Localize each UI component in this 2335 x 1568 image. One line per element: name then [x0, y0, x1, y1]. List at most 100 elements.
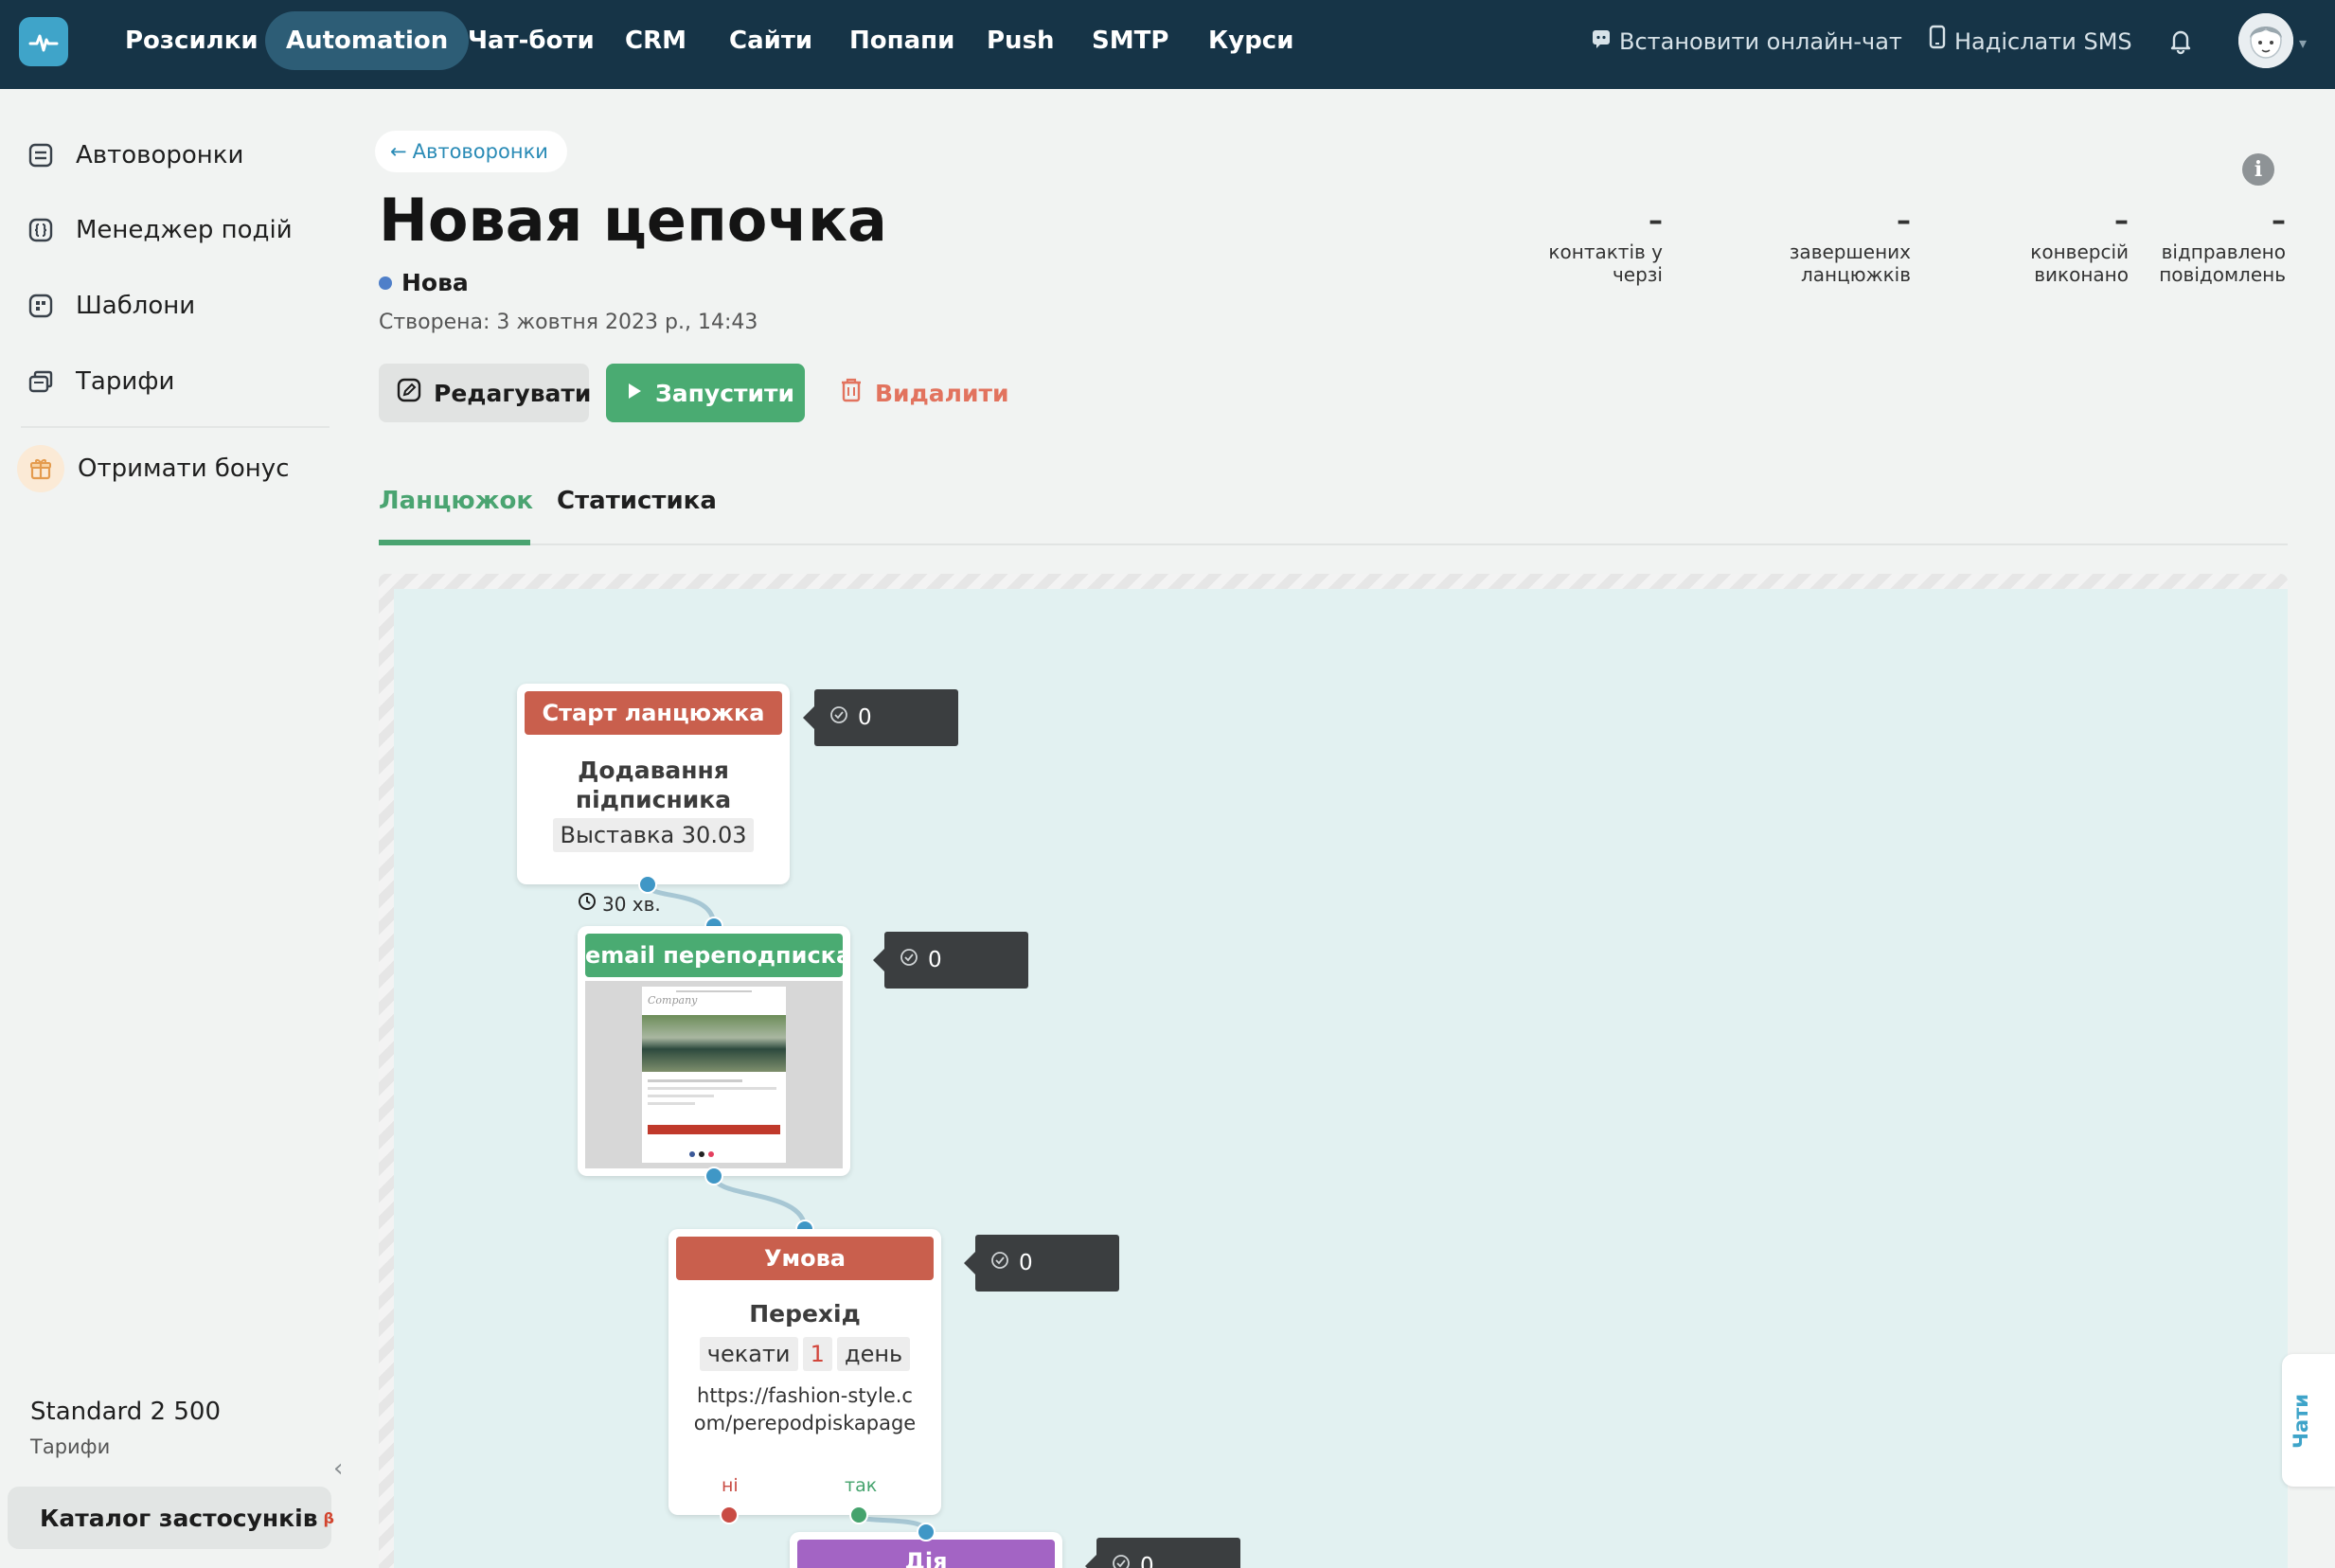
flow-node-start[interactable]: Старт ланцюжка Додавання підписника Выст…	[517, 684, 790, 884]
tab-statistics[interactable]: Статистика	[557, 479, 717, 545]
stat-contacts-queue: – контактів у черзі	[1548, 203, 1663, 286]
edit-icon	[396, 377, 422, 409]
counter-value: 0	[1140, 1554, 1154, 1568]
nav-crm[interactable]: CRM	[625, 11, 686, 70]
branch-no-label: ні	[722, 1475, 739, 1496]
sidebar-item-label: Отримати бонус	[78, 454, 290, 483]
wait-label-chip: чекати	[699, 1337, 798, 1371]
counter-value: 0	[928, 948, 942, 972]
back-to-autofunnels-link[interactable]: ← Автоворонки	[375, 131, 567, 172]
node-counter: 0	[873, 932, 1028, 989]
collapse-sidebar-icon[interactable]: ‹	[333, 1454, 343, 1483]
app-catalog-button[interactable]: Каталог застосунків β	[8, 1487, 334, 1549]
back-link-label: Автоворонки	[412, 140, 548, 163]
stat-messages-sent: – відправлено повідомлень	[2159, 203, 2286, 286]
user-avatar[interactable]	[2238, 13, 2293, 68]
nav-push[interactable]: Push	[987, 11, 1055, 70]
flow-canvas[interactable]: Старт ланцюжка Додавання підписника Выст…	[379, 574, 2288, 1568]
stat-value: –	[1897, 205, 1911, 238]
app-logo-icon[interactable]	[19, 17, 68, 66]
sidebar-item-bonus[interactable]: Отримати бонус	[17, 445, 290, 492]
delay-value: 30 хв.	[602, 892, 661, 916]
connector-dot-no[interactable]	[720, 1506, 739, 1524]
status-label: Нова	[401, 269, 469, 296]
tag-chip: Выставка 30.03	[552, 818, 755, 852]
flow-node-email[interactable]: email переподписка Company	[578, 926, 850, 1176]
install-chat-label: Встановити онлайн-чат	[1619, 28, 1902, 55]
check-circle-icon	[829, 705, 848, 730]
edit-label: Редагувати	[434, 379, 592, 407]
sidebar-item-label: Менеджер подій	[76, 216, 293, 244]
delete-label: Видалити	[875, 379, 1009, 407]
stat-label: відправлено повідомлень	[2159, 241, 2286, 286]
braces-icon	[27, 216, 55, 244]
cards-icon	[27, 367, 55, 396]
check-circle-icon	[900, 948, 918, 972]
sidebar-item-autofunnels[interactable]: Автоворонки	[27, 134, 243, 176]
sidebar-item-templates[interactable]: Шаблони	[27, 285, 195, 327]
status-badge: Нова	[379, 269, 469, 296]
connector-dot[interactable]	[638, 875, 657, 894]
run-button[interactable]: Запустити	[606, 364, 805, 422]
stat-label: завершених ланцюжків	[1789, 241, 1911, 286]
trash-icon	[839, 377, 864, 409]
notification-bell-icon[interactable]	[2165, 25, 2197, 57]
tab-bar: Ланцюжок Статистика	[379, 479, 2288, 545]
check-circle-icon	[1112, 1554, 1131, 1568]
avatar-caret-icon[interactable]: ▾	[2299, 34, 2307, 52]
nav-automation[interactable]: Automation	[265, 11, 470, 70]
wait-condition: чекати 1 день	[668, 1337, 941, 1371]
sidebar-item-tariffs[interactable]: Тарифи	[27, 361, 174, 402]
node-header: Умова	[676, 1237, 934, 1280]
nav-smtp[interactable]: SMTP	[1092, 11, 1168, 70]
nav-popups[interactable]: Попапи	[849, 11, 954, 70]
beta-badge: β	[323, 1508, 334, 1527]
flow-node-condition[interactable]: Умова Перехід чекати 1 день https://fash…	[668, 1229, 941, 1515]
condition-url: https://fashion-style.com/perepodpiskapa…	[693, 1384, 917, 1434]
stat-value: –	[2272, 205, 2286, 238]
info-icon[interactable]: i	[2242, 153, 2274, 186]
funnel-icon	[27, 141, 55, 169]
status-dot	[379, 276, 392, 290]
connector-dot[interactable]	[704, 1167, 723, 1185]
branch-yes-label: так	[845, 1475, 878, 1496]
stat-label: контактів у черзі	[1548, 241, 1663, 286]
stat-conversions: – конверсій виконано	[2030, 203, 2129, 286]
app-catalog-label: Каталог застосунків	[40, 1504, 318, 1532]
sidebar-item-label: Автоворонки	[76, 141, 244, 169]
sidebar-item-event-manager[interactable]: Менеджер подій	[27, 209, 293, 251]
counter-value: 0	[1019, 1251, 1033, 1275]
node-header: email переподписка	[585, 934, 843, 977]
delete-button[interactable]: Видалити	[837, 364, 1009, 422]
nav-chatbots[interactable]: Чат-боти	[468, 11, 595, 70]
edit-button[interactable]: Редагувати	[379, 364, 592, 422]
play-icon	[625, 380, 644, 407]
connector-dot-yes[interactable]	[849, 1506, 868, 1524]
nav-sites[interactable]: Сайти	[729, 11, 812, 70]
node-counter: 0	[1085, 1538, 1240, 1568]
send-sms-button[interactable]: Надіслати SMS	[1928, 23, 2132, 61]
stat-completed-chains: – завершених ланцюжків	[1790, 203, 1911, 286]
page-title: Новая цепочка	[379, 186, 887, 255]
plan-name[interactable]: Standard 2 500	[30, 1398, 221, 1426]
send-sms-label: Надіслати SMS	[1954, 28, 2132, 55]
tab-chain[interactable]: Ланцюжок	[379, 479, 533, 545]
nav-courses[interactable]: Курси	[1208, 11, 1293, 70]
connector-dot[interactable]	[917, 1523, 936, 1541]
node-counter: 0	[964, 1235, 1119, 1292]
gift-icon	[17, 445, 64, 492]
node-title: Додавання підписника	[575, 757, 732, 813]
stat-value: –	[2114, 205, 2129, 238]
install-chat-button[interactable]: Встановити онлайн-чат	[1591, 23, 1902, 61]
arrow-left-icon: ←	[390, 140, 407, 163]
run-label: Запустити	[655, 379, 795, 407]
created-date: Створена: 3 жовтня 2023 р., 14:43	[379, 311, 758, 334]
nav-mailings[interactable]: Розсилки	[125, 11, 258, 70]
wait-number-chip: 1	[802, 1337, 832, 1371]
plan-subtitle: Тарифи	[30, 1435, 111, 1458]
preview-brand: Company	[648, 994, 698, 1007]
chats-tab-label: Чати	[2290, 1393, 2312, 1449]
chats-side-tab[interactable]: Чати	[2282, 1354, 2335, 1487]
stat-value: –	[1649, 205, 1663, 238]
sidebar-item-label: Шаблони	[76, 292, 196, 320]
